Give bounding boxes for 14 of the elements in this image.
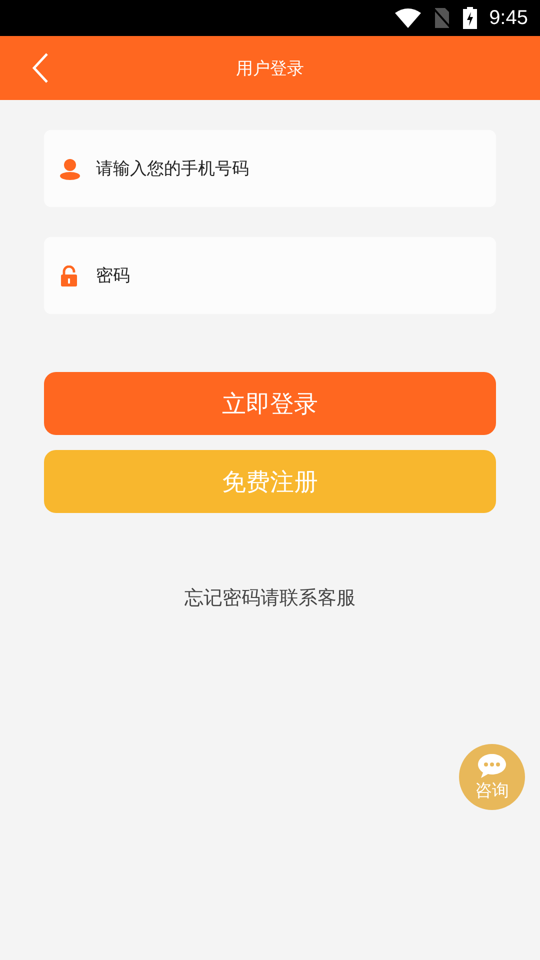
phone-field[interactable]: 请输入您的手机号码 (44, 130, 496, 207)
chat-bubble-icon (477, 752, 507, 778)
page-title: 用户登录 (236, 58, 304, 80)
user-icon (60, 158, 80, 180)
lock-icon (60, 265, 78, 286)
wifi-icon (395, 8, 422, 28)
password-field[interactable]: 密码 (44, 237, 496, 314)
register-button[interactable]: 免费注册 (44, 450, 496, 513)
login-button[interactable]: 立即登录 (44, 372, 496, 435)
status-time: 9:45 (489, 6, 528, 30)
battery-icon (463, 7, 478, 29)
no-sim-icon (433, 8, 452, 28)
help-text: 忘记密码请联系客服 (184, 586, 356, 611)
consult-button[interactable]: 咨询 (459, 744, 525, 810)
